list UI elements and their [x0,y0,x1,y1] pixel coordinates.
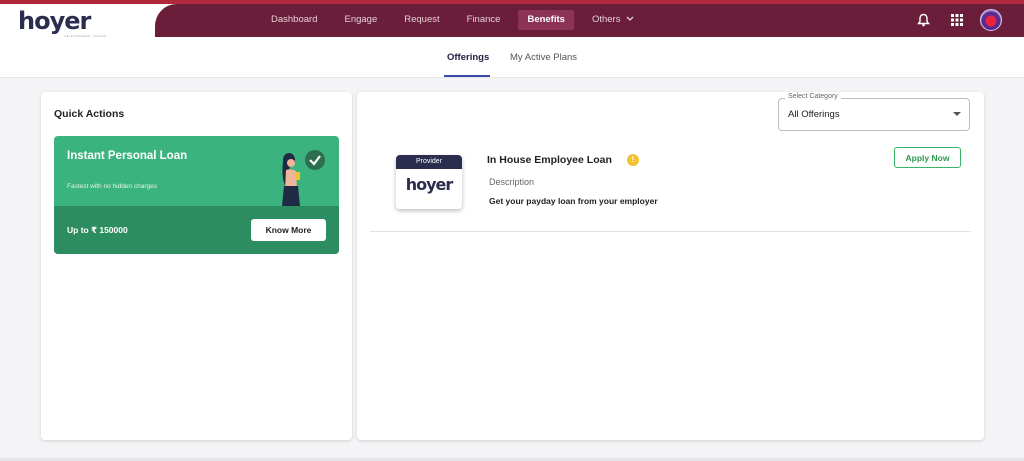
provider-label: Provider [396,155,462,169]
description-label: Description [489,177,535,187]
tab-offerings[interactable]: Offerings [447,52,489,63]
nav-others[interactable]: Others [583,10,644,30]
offerings-card: Select Category All Offerings Provider h… [357,92,984,440]
nav-benefits[interactable]: Benefits [518,10,574,30]
category-select-label: Select Category [785,93,841,100]
promo-amount: Up to ₹ 150000 [67,225,128,235]
nav-dashboard[interactable]: Dashboard [262,10,326,30]
active-tab-indicator [444,75,490,77]
apps-grid-icon[interactable] [946,9,968,31]
chevron-down-icon [626,10,634,30]
main-nav: Dashboard Engage Request Finance Benefit… [262,10,652,30]
woman-with-check-illustration [264,146,334,208]
quick-actions-card: Quick Actions Instant Personal Loan Fast… [41,92,352,440]
instant-loan-promo[interactable]: Instant Personal Loan Fastest with no hi… [54,136,339,254]
logo-text: hoyer [18,7,91,35]
tab-my-active-plans[interactable]: My Active Plans [510,52,577,63]
app-header: hoyer AN EXTERNAL TEAMS Dashboard Engage… [0,4,1024,39]
category-select-value: All Offerings [788,109,840,120]
user-avatar[interactable] [980,9,1002,31]
nav-request[interactable]: Request [395,10,448,30]
nav-finance[interactable]: Finance [458,10,510,30]
provider-logo: hoyer [405,175,454,194]
hoyer-logo[interactable]: hoyer AN EXTERNAL TEAMS [18,7,106,39]
nav-engage[interactable]: Engage [335,10,386,30]
promo-subtitle: Fastest with no hidden charges [67,183,157,190]
category-select[interactable]: Select Category All Offerings [778,93,970,131]
caret-down-icon [953,112,961,116]
offer-title: In House Employee Loan [487,154,612,166]
provider-badge: Provider hoyer [396,155,462,209]
header-icons [912,9,1002,31]
know-more-button[interactable]: Know More [251,219,326,241]
bell-icon[interactable] [912,9,934,31]
description-text: Get your payday loan from your employer [489,196,658,206]
info-icon[interactable]: ! [627,154,639,166]
nav-others-label: Others [591,14,621,25]
quick-actions-title: Quick Actions [54,108,125,120]
apply-now-button[interactable]: Apply Now [894,147,961,168]
promo-title: Instant Personal Loan [67,150,188,162]
tabs-bar: Offerings My Active Plans [0,37,1024,78]
offer-divider [370,231,971,232]
